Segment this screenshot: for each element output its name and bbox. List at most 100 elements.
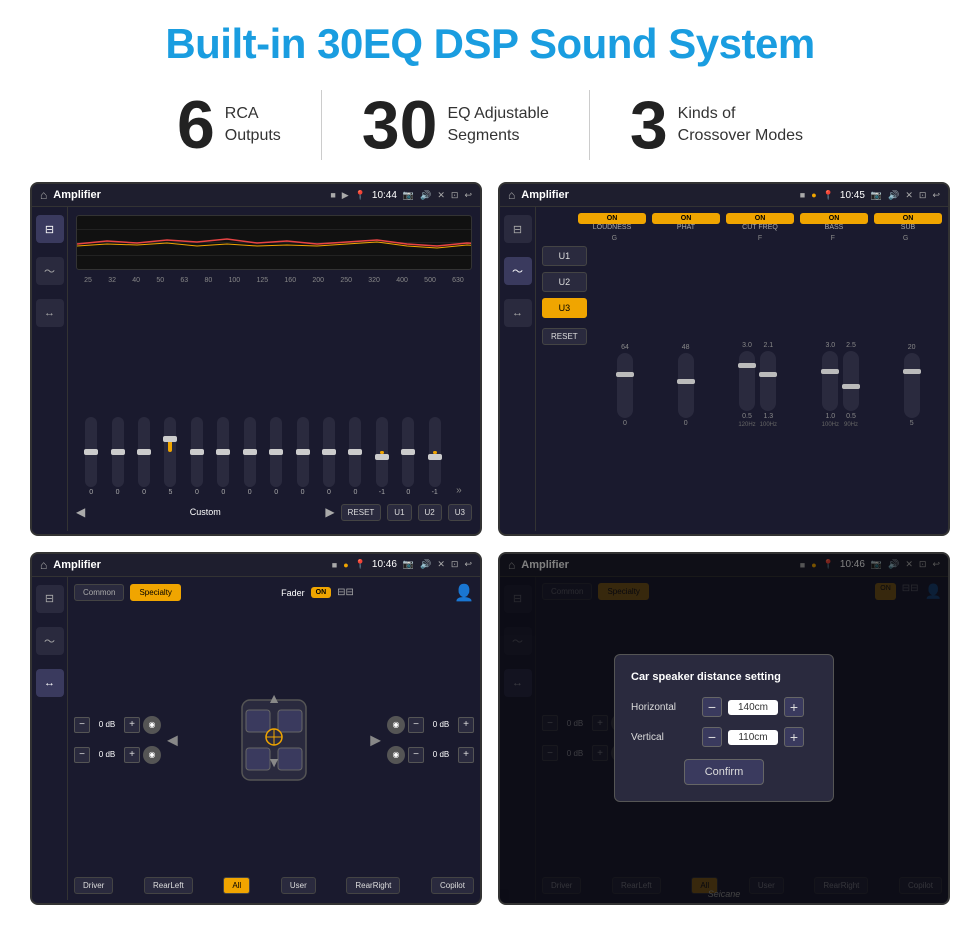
slider-track-8[interactable] xyxy=(270,417,282,487)
crossover-volume-icon[interactable]: 🔊 xyxy=(888,190,899,201)
sub-slider[interactable] xyxy=(904,353,920,418)
cutfreq-toggle[interactable]: ON xyxy=(726,213,794,224)
phat-toggle[interactable]: ON xyxy=(652,213,720,224)
sub-thumb[interactable] xyxy=(903,369,921,374)
fader-profile-icon[interactable]: 👤 xyxy=(454,583,474,603)
eq-volume-icon[interactable]: 🔊 xyxy=(420,190,431,201)
fader-back-icon[interactable]: ↩ xyxy=(464,559,472,570)
fader-volume-icon[interactable]: 🔊 xyxy=(420,559,431,570)
slider-thumb-1[interactable] xyxy=(84,449,98,455)
crossover-reset-btn[interactable]: RESET xyxy=(542,328,587,345)
fader-home-icon[interactable]: ⌂ xyxy=(40,558,47,572)
crossover-tab-sliders[interactable]: ⊟ xyxy=(504,215,532,243)
eq-expand-icon[interactable]: » xyxy=(450,485,468,496)
slider-thumb-2[interactable] xyxy=(111,449,125,455)
eq-reset-btn[interactable]: RESET xyxy=(341,504,382,521)
slider-track-9[interactable] xyxy=(297,417,309,487)
slider-track-6[interactable] xyxy=(217,417,229,487)
slider-thumb-13[interactable] xyxy=(401,449,415,455)
fader-toggle[interactable]: ON xyxy=(311,587,332,598)
confirm-button[interactable]: Confirm xyxy=(684,759,765,785)
fader-tab-wave[interactable]: 〜 xyxy=(36,627,64,655)
slider-track-12[interactable] xyxy=(376,417,388,487)
user-btn[interactable]: User xyxy=(281,877,316,894)
fl-minus-btn[interactable]: − xyxy=(74,717,90,733)
eq-back-icon[interactable]: ↩ xyxy=(464,190,472,201)
rl-minus-btn[interactable]: − xyxy=(74,747,90,763)
slider-track-13[interactable] xyxy=(402,417,414,487)
bass-slider-1[interactable] xyxy=(822,351,838,411)
cutfreq-thumb-1[interactable] xyxy=(738,363,756,368)
driver-btn[interactable]: Driver xyxy=(74,877,113,894)
vertical-plus-btn[interactable]: + xyxy=(784,727,804,747)
slider-track-3[interactable] xyxy=(138,417,150,487)
slider-track-2[interactable] xyxy=(112,417,124,487)
slider-thumb-9[interactable] xyxy=(296,449,310,455)
slider-track-1[interactable] xyxy=(85,417,97,487)
u3-btn[interactable]: U3 xyxy=(542,298,587,318)
slider-track-4[interactable] xyxy=(164,417,176,487)
crossover-back-icon[interactable]: ↩ xyxy=(932,190,940,201)
loudness-thumb[interactable] xyxy=(616,372,634,377)
rearright-btn[interactable]: RearRight xyxy=(346,877,400,894)
eq-u1-btn[interactable]: U1 xyxy=(387,504,411,521)
rearleft-btn[interactable]: RearLeft xyxy=(144,877,193,894)
eq-camera-icon[interactable]: 📷 xyxy=(403,190,414,201)
slider-thumb-14[interactable] xyxy=(428,454,442,460)
cutfreq-slider-2[interactable] xyxy=(760,351,776,411)
nav-up-arrow[interactable]: ▲ xyxy=(267,690,281,706)
slider-thumb-5[interactable] xyxy=(190,449,204,455)
slider-track-11[interactable] xyxy=(349,417,361,487)
bass-thumb-1[interactable] xyxy=(821,369,839,374)
vertical-minus-btn[interactable]: − xyxy=(702,727,722,747)
eq-u2-btn[interactable]: U2 xyxy=(418,504,442,521)
slider-track-14[interactable] xyxy=(429,417,441,487)
eq-tab-wave[interactable]: 〜 xyxy=(36,257,64,285)
eq-tab-speaker[interactable]: ↔ xyxy=(36,299,64,327)
u1-btn[interactable]: U1 xyxy=(542,246,587,266)
eq-u3-btn[interactable]: U3 xyxy=(448,504,472,521)
eq-prev-btn[interactable]: ◀ xyxy=(76,505,85,519)
slider-thumb-10[interactable] xyxy=(322,449,336,455)
slider-thumb-3[interactable] xyxy=(137,449,151,455)
fr-minus-btn[interactable]: − xyxy=(408,717,424,733)
slider-thumb-4[interactable] xyxy=(163,436,177,442)
fader-grid-icon[interactable]: ⊟⊟ xyxy=(337,587,354,598)
loudness-toggle[interactable]: ON xyxy=(578,213,646,224)
fader-specialty-tab[interactable]: Specialty xyxy=(130,584,180,601)
loudness-slider[interactable] xyxy=(617,353,633,418)
copilot-btn[interactable]: Copilot xyxy=(431,877,474,894)
bass-toggle[interactable]: ON xyxy=(800,213,868,224)
eq-tab-sliders[interactable]: ⊟ xyxy=(36,215,64,243)
fr-plus-btn[interactable]: + xyxy=(458,717,474,733)
cutfreq-thumb-2[interactable] xyxy=(759,372,777,377)
bass-slider-2[interactable] xyxy=(843,351,859,411)
sub-toggle[interactable]: ON xyxy=(874,213,942,224)
eq-next-btn[interactable]: ▶ xyxy=(325,505,334,519)
home-icon[interactable]: ⌂ xyxy=(40,188,47,202)
crossover-camera-icon[interactable]: 📷 xyxy=(871,190,882,201)
eq-minimize-icon[interactable]: ⊡ xyxy=(451,190,459,201)
slider-thumb-7[interactable] xyxy=(243,449,257,455)
nav-left-arrow[interactable]: ◀ xyxy=(167,731,178,748)
crossover-tab-wave[interactable]: 〜 xyxy=(504,257,532,285)
bass-thumb-2[interactable] xyxy=(842,384,860,389)
slider-track-7[interactable] xyxy=(244,417,256,487)
rr-minus-btn[interactable]: − xyxy=(408,747,424,763)
slider-thumb-8[interactable] xyxy=(269,449,283,455)
fl-plus-btn[interactable]: + xyxy=(124,717,140,733)
fader-close-icon[interactable]: ✕ xyxy=(437,559,445,570)
crossover-home-icon[interactable]: ⌂ xyxy=(508,188,515,202)
u2-btn[interactable]: U2 xyxy=(542,272,587,292)
eq-play-icon[interactable]: ▶ xyxy=(342,190,349,201)
cutfreq-slider-1[interactable] xyxy=(739,351,755,411)
fader-tab-speaker[interactable]: ↔ xyxy=(36,669,64,697)
nav-right-arrow[interactable]: ▶ xyxy=(370,731,381,748)
eq-close-icon[interactable]: ✕ xyxy=(437,190,445,201)
rl-plus-btn[interactable]: + xyxy=(124,747,140,763)
slider-track-10[interactable] xyxy=(323,417,335,487)
fader-camera-icon[interactable]: 📷 xyxy=(403,559,414,570)
phat-thumb[interactable] xyxy=(677,379,695,384)
slider-track-5[interactable] xyxy=(191,417,203,487)
crossover-minimize-icon[interactable]: ⊡ xyxy=(919,190,927,201)
